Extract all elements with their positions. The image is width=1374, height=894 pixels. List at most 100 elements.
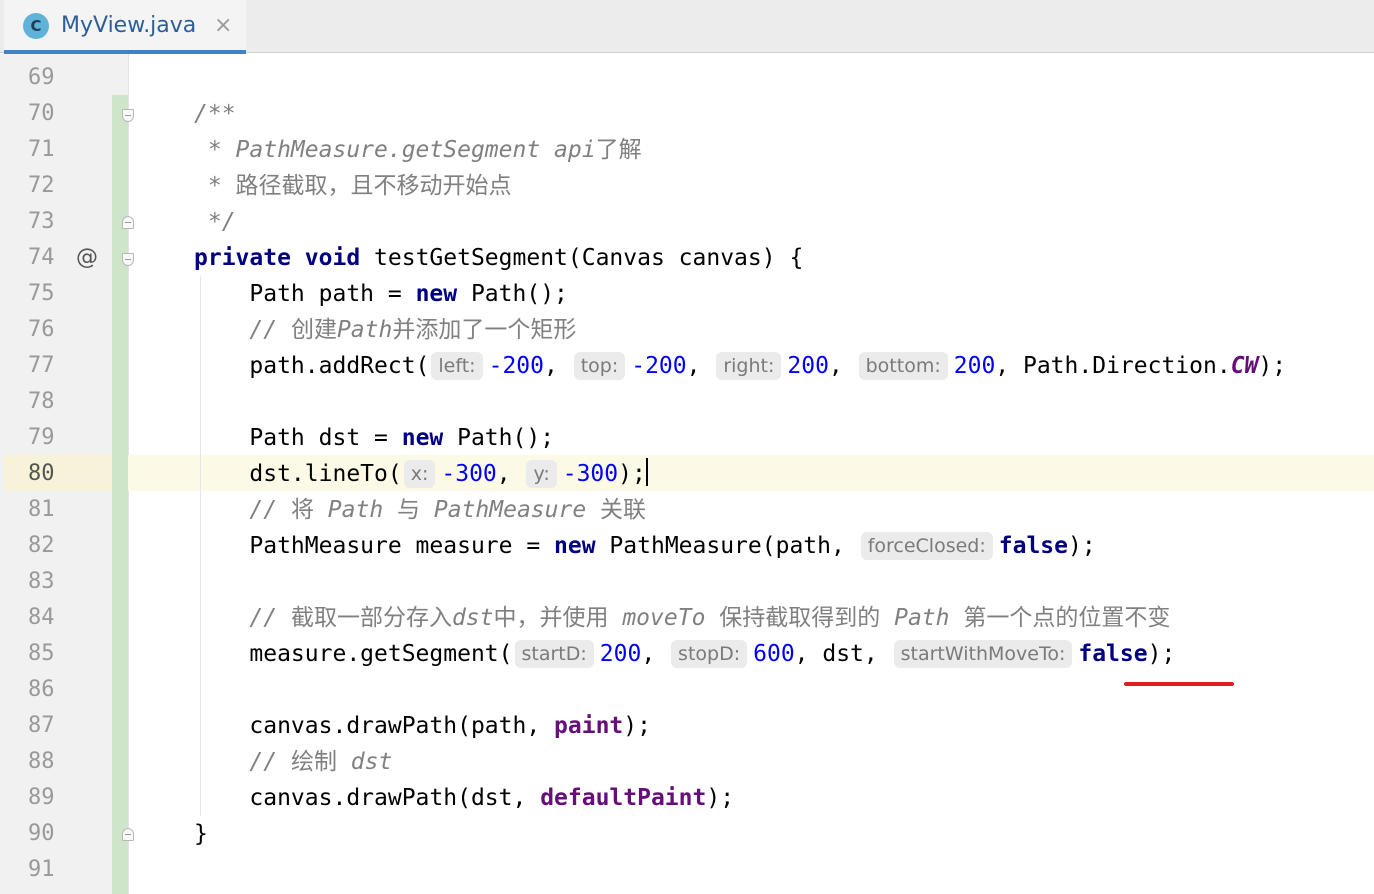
keyword: new xyxy=(554,533,596,559)
close-icon[interactable]: × xyxy=(214,12,232,40)
line-number: 88 xyxy=(28,749,55,774)
number-literal: 200 xyxy=(599,641,642,667)
comment: // xyxy=(194,317,291,343)
code-text: // 绘制 dst xyxy=(194,744,392,780)
code-line[interactable]: 77 path.addRect(left: -200, top: -200, rig… xyxy=(0,348,1374,384)
code-line[interactable]: 87 canvas.drawPath(path, paint); xyxy=(0,708,1374,744)
parameter-hint: left: xyxy=(431,352,483,380)
parameter-hint: startWithMoveTo: xyxy=(893,640,1073,668)
code-text: canvas.drawPath(dst, defaultPaint); xyxy=(194,780,734,816)
code-line[interactable]: 69 xyxy=(0,60,1374,96)
code-line[interactable]: 78 xyxy=(0,384,1374,420)
code-fragment: ); xyxy=(1147,641,1176,667)
keyword: new xyxy=(415,281,458,307)
code-line[interactable]: 74 @ private void testGetSegment(Canvas … xyxy=(0,240,1374,276)
code-line[interactable]: 91 xyxy=(0,852,1374,888)
comment: 创建 xyxy=(290,317,337,343)
code-fragment: ); xyxy=(1258,353,1287,379)
number-literal: 200 xyxy=(787,353,829,379)
code-line[interactable]: 82 PathMeasure measure = new PathMeasure… xyxy=(0,528,1374,564)
line-number: 73 xyxy=(28,209,55,234)
code-line[interactable]: 75 Path path = new Path(); xyxy=(0,276,1374,312)
number-literal: -200 xyxy=(488,353,544,379)
number-literal: -200 xyxy=(631,353,687,379)
code-line[interactable]: 83 xyxy=(0,564,1374,600)
comment: 截取一部分存入 xyxy=(290,605,452,631)
comment: 路径截取，且不移动开始点 xyxy=(235,173,512,199)
comment: 保持截取得到的 xyxy=(719,605,881,631)
parameter-hint: startD: xyxy=(514,640,594,668)
comment: * PathMeasure.getSegment api xyxy=(194,137,596,163)
number-literal: -300 xyxy=(441,461,497,487)
code-line-current[interactable]: 80 dst.lineTo(x: -300, y: -300); xyxy=(0,456,1374,492)
code-fragment: , dst, xyxy=(794,641,892,667)
code-text: // 截取一部分存入dst中，并使用 moveTo 保持截取得到的 Path 第… xyxy=(194,600,1170,636)
code-line[interactable]: 84 // 截取一部分存入dst中，并使用 moveTo 保持截取得到的 Pat… xyxy=(0,600,1374,636)
comment: 第一个点的位置不变 xyxy=(963,605,1171,631)
line-number: 82 xyxy=(28,533,55,558)
code-line[interactable]: 90 } xyxy=(0,816,1374,852)
field-reference: paint xyxy=(554,713,624,739)
comment: Path xyxy=(313,497,398,523)
parameter-hint: top: xyxy=(573,352,626,380)
parameter-hint: forceClosed: xyxy=(860,532,993,560)
code-line[interactable]: 72 * 路径截取，且不移动开始点 xyxy=(0,168,1374,204)
parameter-hint: x: xyxy=(403,460,436,488)
line-number: 83 xyxy=(28,569,55,594)
line-number: 70 xyxy=(28,101,55,126)
code-fragment: , Path.Direction. xyxy=(995,353,1231,379)
line-number: 91 xyxy=(28,857,55,882)
code-text: PathMeasure measure = new PathMeasure(pa… xyxy=(194,528,1096,564)
override-marker-icon[interactable]: @ xyxy=(76,240,98,276)
code-line[interactable]: 71 * PathMeasure.getSegment api了解 xyxy=(0,132,1374,168)
code-line[interactable]: 88 // 绘制 dst xyxy=(0,744,1374,780)
line-number: 72 xyxy=(28,173,55,198)
code-fragment: ); xyxy=(706,785,735,811)
closing-brace: } xyxy=(194,821,208,847)
code-line[interactable]: 70 /** xyxy=(0,96,1374,132)
line-number: 78 xyxy=(28,389,55,414)
comment: /** xyxy=(194,101,236,127)
comment: 将 xyxy=(290,497,314,523)
code-fragment: , xyxy=(686,353,715,379)
parameter-hint: bottom: xyxy=(858,352,948,380)
code-fragment: , xyxy=(543,353,572,379)
code-text: canvas.drawPath(path, paint); xyxy=(194,708,651,744)
code-line[interactable]: 73 */ xyxy=(0,204,1374,240)
code-fragment: ); xyxy=(618,461,646,487)
code-text: Path path = new Path(); xyxy=(194,276,568,312)
java-class-icon: C xyxy=(23,13,49,39)
code-line[interactable]: 89 canvas.drawPath(dst, defaultPaint); xyxy=(0,780,1374,816)
comment: // xyxy=(194,605,291,631)
comment: 中，并使用 xyxy=(493,605,609,631)
code-fragment: , xyxy=(496,461,525,487)
code-text: measure.getSegment(startD: 200, stopD: 600… xyxy=(194,636,1175,672)
number-literal: -300 xyxy=(562,461,619,487)
keyword: new xyxy=(401,425,444,451)
code-fragment: canvas.drawPath(dst, xyxy=(194,785,541,811)
tab-myview-java[interactable]: C MyView.java × xyxy=(4,0,246,54)
code-line[interactable]: 76 // 创建Path并添加了一个矩形 xyxy=(0,312,1374,348)
code-line[interactable]: 86 xyxy=(0,672,1374,708)
code-text: Path dst = new Path(); xyxy=(194,420,554,456)
field-reference: defaultPaint xyxy=(540,785,707,811)
comment: 关联 xyxy=(600,497,647,523)
code-fragment: Path path = xyxy=(194,281,416,307)
code-line[interactable]: 81 // 将 Path 与 PathMeasure 关联 xyxy=(0,492,1374,528)
tab-title[interactable]: MyView.java xyxy=(61,11,196,41)
keyword: private xyxy=(194,245,291,271)
code-fragment: path.addRect( xyxy=(194,353,430,379)
line-number: 90 xyxy=(28,821,55,846)
code-line[interactable]: 79 Path dst = new Path(); xyxy=(0,420,1374,456)
code-text: * PathMeasure.getSegment api了解 xyxy=(194,132,642,168)
line-number: 74 xyxy=(28,245,55,270)
code-fragment: ); xyxy=(1068,533,1096,559)
parameter-hint: y: xyxy=(526,460,557,488)
line-number: 87 xyxy=(28,713,55,738)
line-number: 86 xyxy=(28,677,55,702)
code-line[interactable]: 85 measure.getSegment(startD: 200, stopD:… xyxy=(0,636,1374,672)
code-fragment: ); xyxy=(623,713,651,739)
keyword: false xyxy=(1078,641,1148,667)
code-fragment: PathMeasure measure = xyxy=(194,533,555,559)
code-text: // 创建Path并添加了一个矩形 xyxy=(194,312,576,348)
